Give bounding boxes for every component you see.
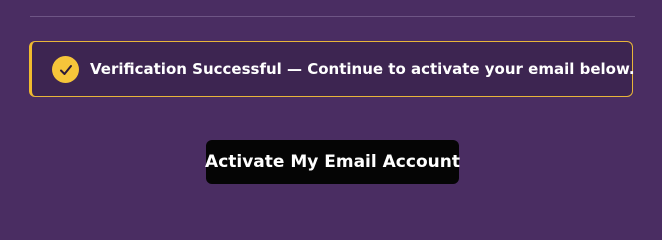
success-alert: Verification Successful — Continue to ac… (29, 41, 635, 97)
alert-message: Verification Successful — Continue to ac… (90, 60, 635, 78)
activate-email-button[interactable]: Activate My Email Account (205, 140, 460, 184)
divider (30, 16, 635, 17)
check-circle-icon (52, 56, 79, 83)
page: Verification Successful — Continue to ac… (0, 0, 662, 212)
